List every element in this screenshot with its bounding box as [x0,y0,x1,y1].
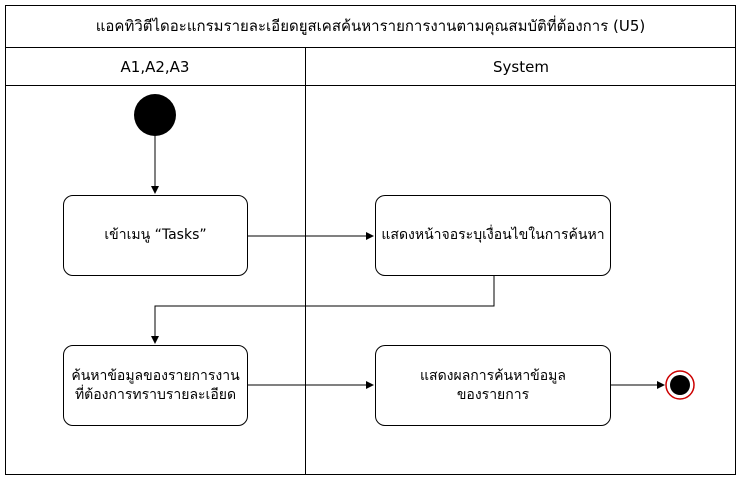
activity-search-task-info: ค้นหาข้อมูลของรายการงานที่ต้องการทราบราย… [63,345,248,426]
activity-show-search-results: แสดงผลการค้นหาข้อมูลของรายการ [375,345,611,426]
initial-node [134,94,176,136]
final-node [665,370,695,400]
edge-show-search-to-search-info [151,276,495,344]
activity-show-search-form: แสดงหน้าจอระบุเงื่อนไขในการค้นหา [375,195,611,276]
activity-enter-tasks-menu: เข้าเมนู “Tasks” [63,195,248,276]
